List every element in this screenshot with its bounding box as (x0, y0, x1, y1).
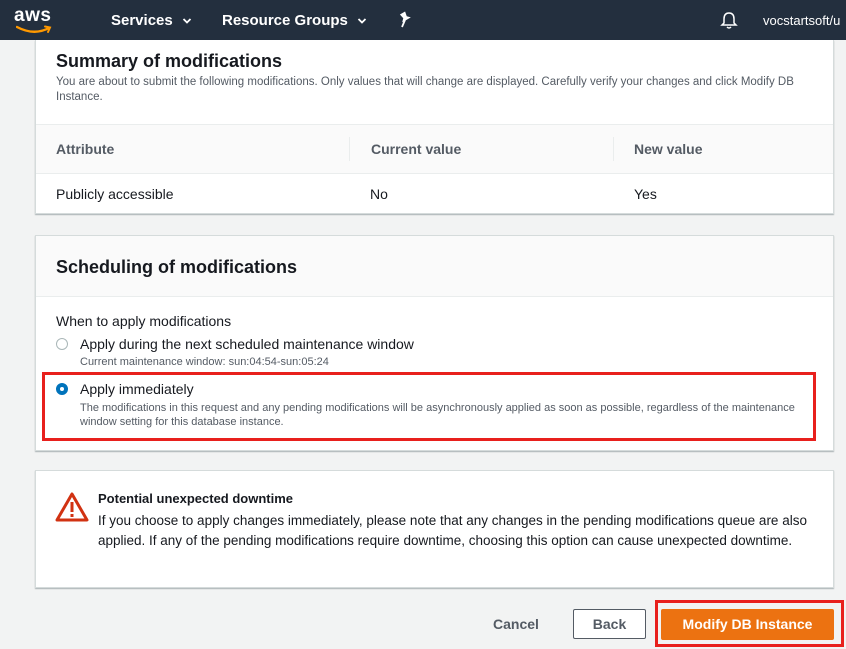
column-divider (349, 137, 350, 161)
resource-groups-label: Resource Groups (222, 12, 348, 29)
cell-current-value: No (370, 186, 388, 202)
services-menu[interactable]: Services (111, 12, 192, 29)
cell-new-value: Yes (634, 186, 657, 202)
services-label: Services (111, 12, 173, 29)
back-button[interactable]: Back (573, 609, 646, 639)
radio-maintenance-window[interactable] (56, 338, 68, 350)
table-header: Attribute Current value New value (36, 124, 833, 174)
aws-logo-text: aws (14, 5, 52, 26)
chevron-down-icon (182, 17, 191, 24)
warning-title: Potential unexpected downtime (98, 491, 294, 506)
summary-panel: Summary of modifications You are about t… (35, 40, 834, 214)
cancel-button[interactable]: Cancel (483, 614, 549, 634)
column-header-current-value: Current value (371, 141, 462, 157)
modify-db-instance-button[interactable]: Modify DB Instance (661, 609, 834, 640)
scheduling-header: Scheduling of modifications (36, 236, 833, 297)
column-header-attribute: Attribute (56, 141, 115, 157)
option-maintenance-window-description: Current maintenance window: sun:04:54-su… (80, 356, 329, 368)
downtime-warning-panel: Potential unexpected downtime If you cho… (35, 470, 834, 588)
column-header-new-value: New value (634, 141, 703, 157)
warning-icon (55, 492, 89, 522)
option-maintenance-window-label[interactable]: Apply during the next scheduled maintena… (80, 336, 414, 352)
when-to-apply-label: When to apply modifications (56, 313, 232, 329)
highlight-box (42, 372, 816, 441)
resource-groups-menu[interactable]: Resource Groups (222, 12, 367, 29)
summary-title: Summary of modifications (56, 51, 283, 71)
chevron-down-icon (357, 17, 367, 24)
summary-description: You are about to submit the following mo… (56, 76, 794, 103)
aws-logo[interactable]: aws (14, 5, 58, 35)
scheduling-title: Scheduling of modifications (56, 257, 298, 277)
cell-attribute: Publicly accessible (56, 186, 174, 202)
aws-smile-icon (16, 25, 52, 33)
column-divider (613, 137, 614, 161)
top-navigation-bar: aws Services Resource Groups vocstartsof… (0, 0, 846, 40)
warning-text: If you choose to apply changes immediate… (98, 513, 807, 548)
pin-icon[interactable] (398, 11, 414, 29)
bell-icon[interactable] (720, 11, 738, 30)
account-menu[interactable]: vocstartsoft/u (763, 13, 840, 28)
